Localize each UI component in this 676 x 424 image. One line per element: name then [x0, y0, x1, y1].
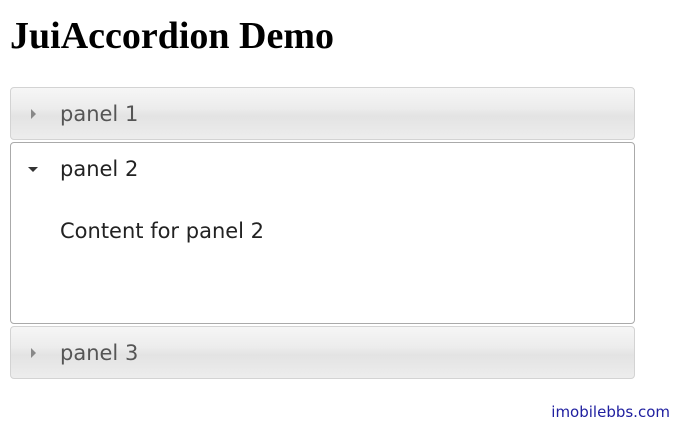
- accordion-panel-2: panel 2 Content for panel 2: [10, 142, 635, 324]
- accordion: panel 1 panel 2 Content for panel 2 pane…: [10, 87, 635, 379]
- page-title: JuiAccordion Demo: [10, 15, 335, 57]
- accordion-header-panel-1[interactable]: panel 1: [10, 87, 635, 140]
- triangle-right-icon: [31, 348, 36, 358]
- accordion-header-label: panel 1: [60, 102, 139, 126]
- page: JuiAccordion Demo panel 1 panel 2 Conten…: [0, 0, 676, 424]
- accordion-header-panel-3[interactable]: panel 3: [10, 326, 635, 379]
- triangle-down-icon: [28, 167, 38, 172]
- triangle-right-icon: [31, 109, 36, 119]
- accordion-panel-content: Content for panel 2: [60, 219, 265, 243]
- accordion-header-label: panel 3: [60, 341, 139, 365]
- accordion-header-label: panel 2: [60, 157, 139, 181]
- site-credit: imobilebbs.com: [551, 403, 670, 421]
